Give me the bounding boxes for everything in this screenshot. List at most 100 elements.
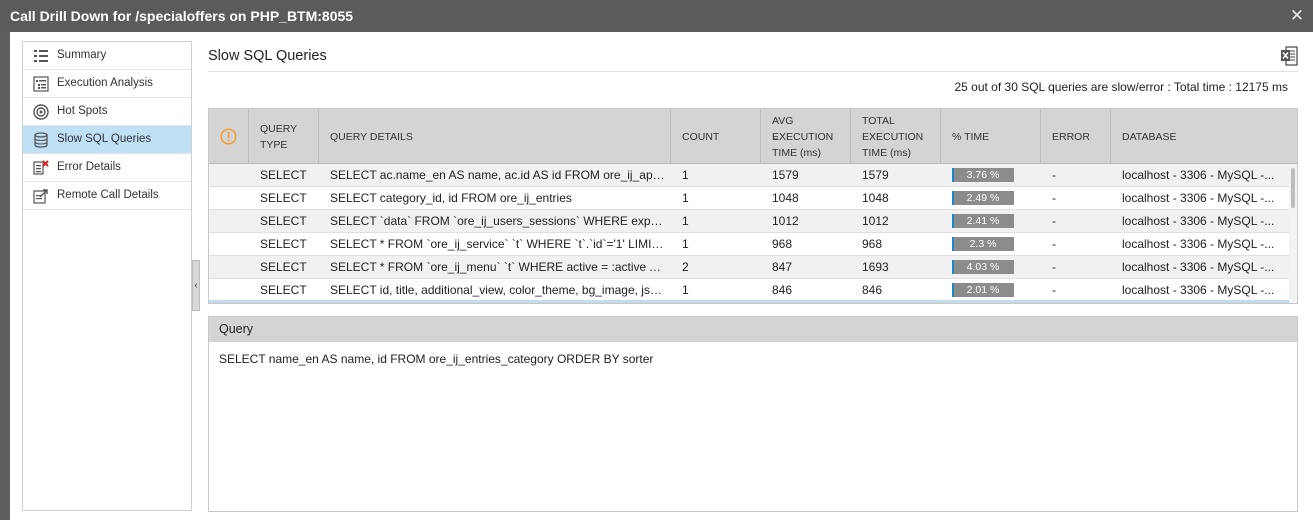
avg-cell: 1579 [772,168,799,182]
count-cell: 1 [682,214,689,228]
sidebar-item-error-details[interactable]: Error Details [23,154,191,182]
column-header-error[interactable]: ERROR [1041,109,1111,164]
query-panel-title: Query [219,322,254,336]
error-cell: - [1052,237,1056,251]
count-cell: 1 [682,237,689,251]
window-title: Call Drill Down for /specialoffers on PH… [10,8,354,24]
warning-icon [220,128,237,145]
avg-cell: 846 [772,283,793,297]
count-cell: 1 [682,283,689,297]
percent-time-label: 2.01 % [966,284,1000,296]
query-panel-header: Query [209,317,1297,342]
percent-time-bar: 3.76 % [952,168,1014,182]
percent-time-bar: 2.49 % [952,191,1014,205]
sidebar-item-summary[interactable]: Summary [23,42,191,70]
tree-list-icon [33,76,49,92]
percent-time-bar: 2.01 % [952,283,1014,297]
sidebar-item-label: Remote Call Details [57,189,159,201]
type-cell: SELECT [260,168,307,182]
sidebar-item-label: Slow SQL Queries [57,133,152,145]
avg-cell: 847 [772,260,793,274]
count-cell: 1 [682,191,689,205]
percent-time-label: 2.49 % [966,192,1000,204]
table-row[interactable]: SELECT SELECT category_id, id FROM ore_ij… [209,187,1289,210]
details-cell: SELECT ac.name_en AS name, ac.id AS id F… [330,168,665,182]
table-row[interactable]: SELECT SELECT id, title, additional_view,… [209,279,1289,302]
target-icon [33,104,49,120]
column-header-query-details[interactable]: QUERY DETAILS [319,109,671,164]
page-title: Slow SQL Queries [208,48,327,64]
table-row[interactable]: SELECT SELECT * FROM `ore_ij_menu` `t` WH… [209,256,1289,279]
sort-descending-icon: ⌄ [772,131,780,142]
horizontal-scrollbar[interactable] [209,300,1289,303]
column-header-count[interactable]: COUNT [671,109,761,164]
sidebar-item-remote-call-details[interactable]: Remote Call Details [23,182,191,210]
sidebar-item-label: Error Details [57,161,121,173]
sidebar-item-label: Summary [57,49,107,61]
dialog-body: Summary Execution Analysis Hot Spots Slo… [10,32,1313,520]
slow-sql-table: QUERY TYPE QUERY DETAILS COUNT AVG EXECU… [208,108,1298,304]
sidebar-item-hot-spots[interactable]: Hot Spots [23,98,191,126]
column-header-database[interactable]: DATABASE [1111,109,1297,164]
details-cell: SELECT category_id, id FROM ore_ij_entri… [330,191,572,205]
details-cell: SELECT `data` FROM `ore_ij_users_session… [330,214,665,228]
column-header-total-execution-time[interactable]: TOTAL EXECUTION TIME (ms) [851,109,941,164]
database-icon [34,132,48,148]
external-edit-icon [33,189,48,204]
table-row[interactable]: SELECT SELECT `data` FROM `ore_ij_users_s… [209,210,1289,233]
db-cell: localhost - 3306 - MySQL -... [1122,168,1275,182]
percent-time-label: 4.03 % [966,261,1000,273]
type-cell: SELECT [260,214,307,228]
sidebar-collapse-handle[interactable]: ‹ [192,260,200,311]
details-cell: SELECT id, title, additional_view, color… [330,283,665,297]
type-cell: SELECT [260,191,307,205]
total-cell: 1048 [862,191,889,205]
column-header-label: QUERY DETAILS [330,130,413,143]
details-cell: SELECT * FROM `ore_ij_menu` `t` WHERE ac… [330,260,665,274]
scrollbar-thumb[interactable] [1291,168,1295,208]
sidebar-item-execution-analysis[interactable]: Execution Analysis [23,70,191,98]
db-cell: localhost - 3306 - MySQL -... [1122,283,1275,297]
column-header-label: % TIME [952,130,990,143]
total-cell: 1579 [862,168,889,182]
error-cell: - [1052,191,1056,205]
query-panel: Query SELECT name_en AS name, id FROM or… [208,316,1298,512]
table-row[interactable]: SELECT SELECT * FROM `ore_ij_service` `t`… [209,233,1289,256]
total-cell: 846 [862,283,883,297]
table-header: QUERY TYPE QUERY DETAILS COUNT AVG EXECU… [209,109,1297,164]
error-list-icon [33,160,49,175]
column-header-label: ERROR [1052,130,1090,143]
column-header-query-type[interactable]: QUERY TYPE [249,109,319,164]
excel-export-icon[interactable] [1280,46,1298,66]
percent-time-label: 2.3 % [969,238,997,250]
avg-cell: 1048 [772,191,799,205]
sidebar-item-slow-sql-queries[interactable]: Slow SQL Queries [23,126,191,154]
table-row[interactable]: SELECT SELECT ac.name_en AS name, ac.id A… [209,164,1289,187]
error-cell: - [1052,283,1056,297]
total-cell: 1693 [862,260,889,274]
total-cell: 968 [862,237,883,251]
column-header-avg-execution-time[interactable]: AVG EXECUTION TIME (ms) ⌄ [761,109,851,164]
type-cell: SELECT [260,260,307,274]
column-header-label: DATABASE [1122,130,1177,143]
type-cell: SELECT [260,237,307,251]
column-header-status[interactable] [209,109,249,164]
sidebar-nav: Summary Execution Analysis Hot Spots Slo… [22,41,192,511]
column-header-percent-time[interactable]: % TIME [941,109,1041,164]
avg-cell: 968 [772,237,793,251]
slow-query-summary: 25 out of 30 SQL queries are slow/error … [954,80,1288,94]
title-bar: Call Drill Down for /specialoffers on PH… [0,0,1313,32]
count-cell: 1 [682,168,689,182]
percent-time-bar: 2.41 % [952,214,1014,228]
query-text: SELECT name_en AS name, id FROM ore_ij_e… [219,352,654,366]
title-divider [208,71,1298,72]
db-cell: localhost - 3306 - MySQL -... [1122,191,1275,205]
db-cell: localhost - 3306 - MySQL -... [1122,214,1275,228]
column-header-label: QUERY TYPE [260,122,298,151]
sidebar-item-label: Execution Analysis [57,77,153,89]
table-body: SELECT SELECT ac.name_en AS name, ac.id A… [209,164,1289,302]
close-icon[interactable]: ✕ [1289,6,1305,26]
percent-time-label: 3.76 % [966,169,1000,181]
db-cell: localhost - 3306 - MySQL -... [1122,260,1275,274]
vertical-scrollbar[interactable] [1289,164,1297,303]
